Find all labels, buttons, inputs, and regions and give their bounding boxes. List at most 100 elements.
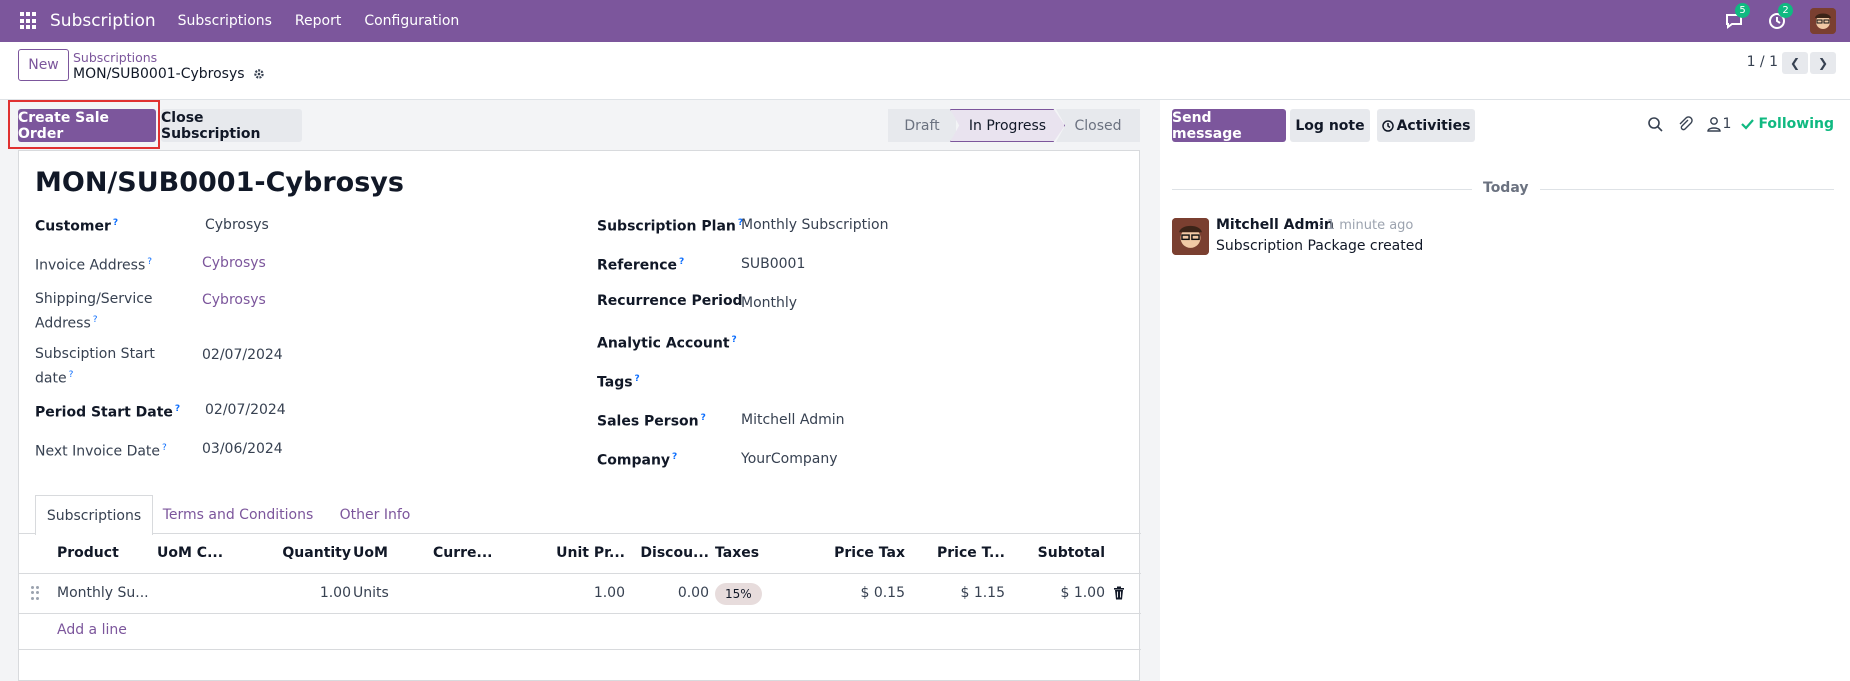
pager-value[interactable]: 1 / 1 [1747, 54, 1778, 70]
top-navbar: Subscription Subscriptions Report Config… [0, 0, 1850, 42]
lines-table-header: Product UoM C... Quantity UoM Curre... U… [19, 534, 1141, 574]
label-period-start-date: Period Start Date? [35, 404, 181, 421]
label-shipping-address: Shipping/Service Address? [35, 291, 153, 332]
col-product[interactable]: Product [57, 545, 119, 561]
message-body: Subscription Package created [1216, 238, 1424, 254]
log-note-button[interactable]: Log note [1290, 109, 1370, 142]
label-start-date: Subsciption Start date? [35, 346, 155, 387]
tab-other-info[interactable]: Other Info [323, 495, 427, 534]
drag-handle-icon[interactable] [31, 586, 39, 600]
activities-badge: 2 [1778, 3, 1793, 18]
recurrence-period-field[interactable]: Monthly [741, 295, 797, 311]
add-line-divider [19, 649, 1141, 650]
cell-unit-price[interactable]: 1.00 [519, 585, 625, 601]
search-icon[interactable] [1647, 116, 1663, 132]
stage-closed[interactable]: Closed [1056, 109, 1140, 142]
company-field[interactable]: YourCompany [741, 451, 838, 467]
chatter-panel: Send message Log note Activities 1 Follo… [1160, 100, 1850, 681]
followers-button[interactable]: 1 [1706, 116, 1731, 132]
menu-configuration[interactable]: Configuration [364, 13, 459, 29]
cell-price-tax: $ 0.15 [860, 585, 905, 601]
tab-terms-and-conditions[interactable]: Terms and Conditions [153, 495, 323, 534]
cell-subtotal: $ 1.00 [1060, 585, 1105, 601]
clock-small-icon [1381, 119, 1394, 132]
label-recurrence-period: Recurrence Period [597, 293, 743, 309]
date-divider-right [1540, 189, 1834, 190]
breadcrumb-current-label: MON/SUB0001-Cybrosys [73, 66, 245, 82]
start-date-field[interactable]: 02/07/2024 [202, 347, 283, 363]
sales-person-field[interactable]: Mitchell Admin [741, 412, 845, 428]
reference-field[interactable]: SUB0001 [741, 256, 805, 272]
label-company: Company? [597, 452, 678, 469]
cell-quantity[interactable]: 1.00 [255, 585, 351, 601]
tab-subscriptions[interactable]: Subscriptions [35, 495, 153, 535]
col-currency[interactable]: Curre... [433, 545, 493, 561]
check-icon [1741, 119, 1755, 130]
menu-subscriptions[interactable]: Subscriptions [178, 13, 272, 29]
following-label: Following [1758, 116, 1834, 132]
col-taxes[interactable]: Taxes [715, 545, 759, 561]
next-invoice-date-field[interactable]: 03/06/2024 [202, 441, 283, 457]
form-sheet: MON/SUB0001-Cybrosys Customer? Cybrosys … [18, 150, 1141, 681]
close-subscription-button[interactable]: Close Subscription [161, 109, 302, 142]
label-sales-person: Sales Person? [597, 413, 706, 430]
status-bar: Create Sale Order Close Subscription Dra… [0, 100, 1160, 152]
chevron-left-icon[interactable]: ❮ [1782, 52, 1808, 74]
customer-field[interactable]: Cybrosys [205, 217, 269, 233]
label-tags: Tags? [597, 374, 640, 391]
label-analytic-account: Analytic Account? [597, 335, 737, 352]
author-avatar[interactable] [1172, 218, 1209, 255]
paperclip-icon[interactable] [1677, 116, 1693, 132]
col-unit-price[interactable]: Unit Pr... [519, 545, 625, 561]
app-name[interactable]: Subscription [50, 11, 156, 31]
shipping-address-field[interactable]: Cybrosys [202, 292, 266, 308]
trash-icon[interactable] [1113, 586, 1125, 600]
chat-icon[interactable]: 5 [1724, 3, 1750, 31]
control-panel: New Subscriptions MON/SUB0001-Cybrosys 1… [0, 42, 1850, 100]
new-button[interactable]: New [18, 49, 69, 81]
add-line-link[interactable]: Add a line [57, 622, 127, 638]
breadcrumb-current: MON/SUB0001-Cybrosys [73, 66, 265, 82]
cell-discount[interactable]: 0.00 [623, 585, 709, 601]
chatter-tools: 1 Following [1633, 116, 1834, 132]
col-subtotal[interactable]: Subtotal [1005, 545, 1105, 561]
label-subscription-plan: Subscription Plan? [597, 218, 744, 235]
col-uom-category[interactable]: UoM C... [157, 545, 223, 561]
message-time: - 1 minute ago [1318, 218, 1414, 233]
user-avatar[interactable] [1810, 8, 1836, 34]
date-divider-left [1172, 189, 1472, 190]
label-invoice-address: Invoice Address? [35, 257, 153, 274]
gear-icon[interactable] [253, 68, 265, 80]
table-row[interactable]: Monthly Su... 1.00 Units 1.00 0.00 15% $… [19, 574, 1141, 614]
send-message-button[interactable]: Send message [1172, 109, 1286, 142]
stage-in-progress[interactable]: In Progress [950, 109, 1065, 142]
cell-uom[interactable]: Units [353, 585, 389, 601]
message-author[interactable]: Mitchell Admin [1216, 217, 1334, 233]
messages-badge: 5 [1735, 3, 1750, 18]
cell-price-total: $ 1.15 [960, 585, 1005, 601]
following-button[interactable]: Following [1741, 116, 1834, 132]
col-price-tax[interactable]: Price Tax [799, 545, 905, 561]
col-uom[interactable]: UoM [353, 545, 388, 561]
tax-badge[interactable]: 15% [715, 583, 762, 605]
apps-grid-icon[interactable] [20, 12, 38, 30]
chevron-right-icon[interactable]: ❯ [1810, 52, 1836, 74]
breadcrumb-parent[interactable]: Subscriptions [73, 50, 157, 65]
record-title[interactable]: MON/SUB0001-Cybrosys [35, 167, 404, 198]
activities-label: Activities [1396, 117, 1471, 134]
col-price-total[interactable]: Price T... [905, 545, 1005, 561]
clock-icon[interactable]: 2 [1767, 3, 1793, 31]
label-next-invoice-date: Next Invoice Date? [35, 443, 167, 460]
menu-report[interactable]: Report [295, 13, 341, 29]
cell-product[interactable]: Monthly Su... [57, 585, 149, 601]
date-separator: Today [1483, 180, 1529, 196]
period-start-date-field[interactable]: 02/07/2024 [205, 402, 286, 418]
invoice-address-field[interactable]: Cybrosys [202, 255, 266, 271]
stage-draft[interactable]: Draft [888, 109, 956, 142]
activities-button[interactable]: Activities [1377, 109, 1475, 142]
col-quantity[interactable]: Quantity [255, 545, 351, 561]
col-discount[interactable]: Discou... [623, 545, 709, 561]
subscription-plan-field[interactable]: Monthly Subscription [741, 217, 889, 233]
label-reference: Reference? [597, 257, 685, 274]
label-customer: Customer? [35, 218, 119, 235]
